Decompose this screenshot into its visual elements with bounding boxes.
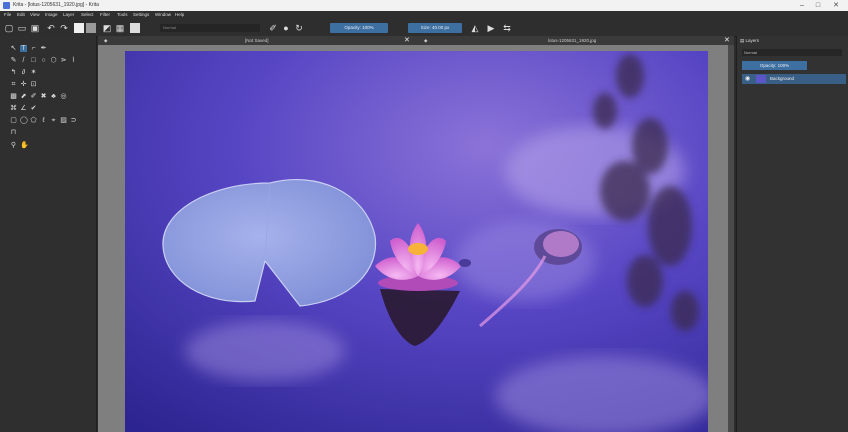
smart-patch-icon[interactable]: ✖	[40, 93, 47, 100]
similar-select-icon[interactable]: ▨	[60, 117, 67, 124]
brush-tool-icon[interactable]: ✎	[10, 57, 17, 64]
toolbox: ↖ T ⌐ ✒ ✎ / □ ○ ⬡ ⋗ ⌇ ↰ ∂ ✶ ⌗ ✛ ⊡ ▩ ⬈ ✐ …	[0, 36, 97, 432]
zoom-tool-icon[interactable]: ⚲	[10, 142, 17, 149]
ellipse-select-icon[interactable]: ◯	[20, 117, 28, 124]
layers-icon: ▤	[740, 38, 745, 43]
reference-tool-icon[interactable]: ✔	[30, 105, 37, 112]
menu-view[interactable]: View	[30, 12, 40, 17]
tab-icon: ◆	[104, 38, 108, 43]
freehand-path-icon[interactable]: ↰	[10, 69, 17, 76]
menu-window[interactable]: Window	[155, 12, 171, 17]
magnetic-select-icon[interactable]: ⊓	[10, 129, 17, 136]
layer-opacity-slider[interactable]: Opacity: 100%	[742, 61, 807, 70]
measure-tool-icon[interactable]: ⌘	[10, 105, 17, 112]
menu-image[interactable]: Image	[45, 12, 58, 17]
text-tool-icon[interactable]: T	[20, 45, 27, 52]
open-document-icon[interactable]: ▭	[17, 23, 27, 33]
layers-docker	[736, 36, 848, 432]
minimize-button[interactable]: –	[796, 1, 808, 10]
layer-row-background[interactable]: ◉ Background	[742, 74, 846, 84]
pattern-swatch[interactable]	[86, 23, 96, 33]
menu-select[interactable]: Select	[81, 12, 94, 17]
reset-colors-icon[interactable]: ▦	[115, 23, 125, 33]
layer-thumbnail	[756, 75, 766, 83]
fill-tool-icon[interactable]: ▩	[10, 93, 17, 100]
pan-tool-icon[interactable]: ✋	[20, 142, 29, 149]
edit-shapes-icon[interactable]: ⌐	[30, 45, 37, 52]
preserve-alpha-icon[interactable]: ●	[281, 23, 291, 33]
brush-preset-icon[interactable]	[130, 23, 140, 33]
gradient-swatch[interactable]	[74, 23, 84, 33]
menu-file[interactable]: File	[4, 12, 11, 17]
menu-help[interactable]: Help	[175, 12, 184, 17]
color-picker-icon[interactable]: ✐	[30, 93, 37, 100]
contiguous-select-icon[interactable]: ⌖	[50, 117, 57, 124]
wrap-around-icon[interactable]: ⇆	[502, 23, 512, 33]
dynamic-brush-icon[interactable]: ∂	[20, 69, 27, 76]
menu-settings[interactable]: Settings	[133, 12, 149, 17]
colorize-mask-icon[interactable]: ♣	[50, 93, 57, 100]
eraser-icon[interactable]: ✐	[268, 23, 278, 33]
reload-preset-icon[interactable]: ↻	[294, 23, 304, 33]
brush-opacity-slider[interactable]: Opacity: 100%	[330, 23, 388, 33]
rectangle-tool-icon[interactable]: □	[30, 57, 37, 64]
polygon-select-icon[interactable]: ⬠	[30, 117, 37, 124]
ellipse-tool-icon[interactable]: ○	[40, 57, 47, 64]
layers-docker-title: ▤ Layers	[740, 38, 760, 43]
layer-blend-mode-dropdown[interactable]: Normal	[742, 49, 842, 56]
menu-edit[interactable]: Edit	[17, 12, 25, 17]
menu-tools[interactable]: Tools	[117, 12, 128, 17]
bezier-select-icon[interactable]: ⊃	[70, 117, 77, 124]
mirror-horizontal-icon[interactable]: ◭	[470, 23, 480, 33]
document-tab-lotus[interactable]: ◆ lotus-1205631_1920.jpg ✕	[414, 36, 734, 45]
freehand-select-icon[interactable]: ℓ	[40, 117, 47, 124]
new-document-icon[interactable]: ▢	[4, 23, 14, 33]
lotus-photo	[125, 51, 708, 432]
visibility-eye-icon[interactable]: ◉	[745, 75, 750, 82]
title-bar: Krita - [lotus-1205631_1920.jpg] - Krita…	[0, 0, 848, 11]
document-tab-untitled[interactable]: ◆ [Not Saved] ✕	[98, 36, 414, 45]
angle-tool-icon[interactable]: ∠	[20, 105, 27, 112]
move-tool-icon[interactable]: ✛	[20, 81, 27, 88]
menu-filter[interactable]: Filter	[100, 12, 110, 17]
window-title: Krita - [lotus-1205631_1920.jpg] - Krita	[13, 2, 99, 8]
line-tool-icon[interactable]: /	[20, 57, 27, 64]
polyline-tool-icon[interactable]: ⋗	[60, 57, 67, 64]
gradient-tool-icon[interactable]: ⬈	[20, 93, 27, 100]
vertical-scrollbar[interactable]	[728, 45, 734, 432]
mirror-vertical-icon[interactable]: ▶	[486, 23, 496, 33]
save-icon[interactable]: ▣	[30, 23, 40, 33]
multibrush-icon[interactable]: ✶	[30, 69, 37, 76]
tab-title-lotus: lotus-1205631_1920.jpg	[548, 38, 597, 43]
lotus-image-canvas[interactable]	[125, 51, 708, 432]
tab-title-untitled: [Not Saved]	[245, 38, 269, 43]
rect-select-icon[interactable]: ▢	[10, 117, 17, 124]
blend-mode-dropdown[interactable]: Normal	[160, 24, 260, 32]
color-swap-icon[interactable]: ◩	[102, 23, 112, 33]
close-window-button[interactable]: ✕	[830, 1, 842, 10]
brush-size-slider[interactable]: Size: 40.00 px	[408, 23, 462, 33]
tab-icon: ◆	[424, 38, 428, 43]
calligraphy-icon[interactable]: ✒	[40, 45, 47, 52]
layer-name: Background	[770, 76, 795, 81]
main-toolbar: ▢ ▭ ▣ ↶ ↷ ◩ ▦ Normal ✐ ● ↻ Opacity: 100%…	[0, 20, 848, 37]
maximize-button[interactable]: □	[812, 1, 824, 10]
app-logo-icon	[3, 2, 10, 9]
assistant-tool-icon[interactable]: ◎	[60, 93, 67, 100]
menu-bar: File Edit View Image Layer Select Filter…	[0, 11, 848, 20]
undo-icon[interactable]: ↶	[46, 23, 56, 33]
select-shapes-icon[interactable]: ↖	[10, 45, 17, 52]
close-tab-icon[interactable]: ✕	[724, 36, 730, 45]
bezier-tool-icon[interactable]: ⌇	[70, 57, 77, 64]
transform-tool-icon[interactable]: ⊡	[30, 81, 37, 88]
redo-icon[interactable]: ↷	[59, 23, 69, 33]
menu-layer[interactable]: Layer	[63, 12, 74, 17]
crop-tool-icon[interactable]: ⌗	[10, 81, 17, 88]
close-tab-icon[interactable]: ✕	[404, 36, 410, 45]
polygon-tool-icon[interactable]: ⬡	[50, 57, 57, 64]
